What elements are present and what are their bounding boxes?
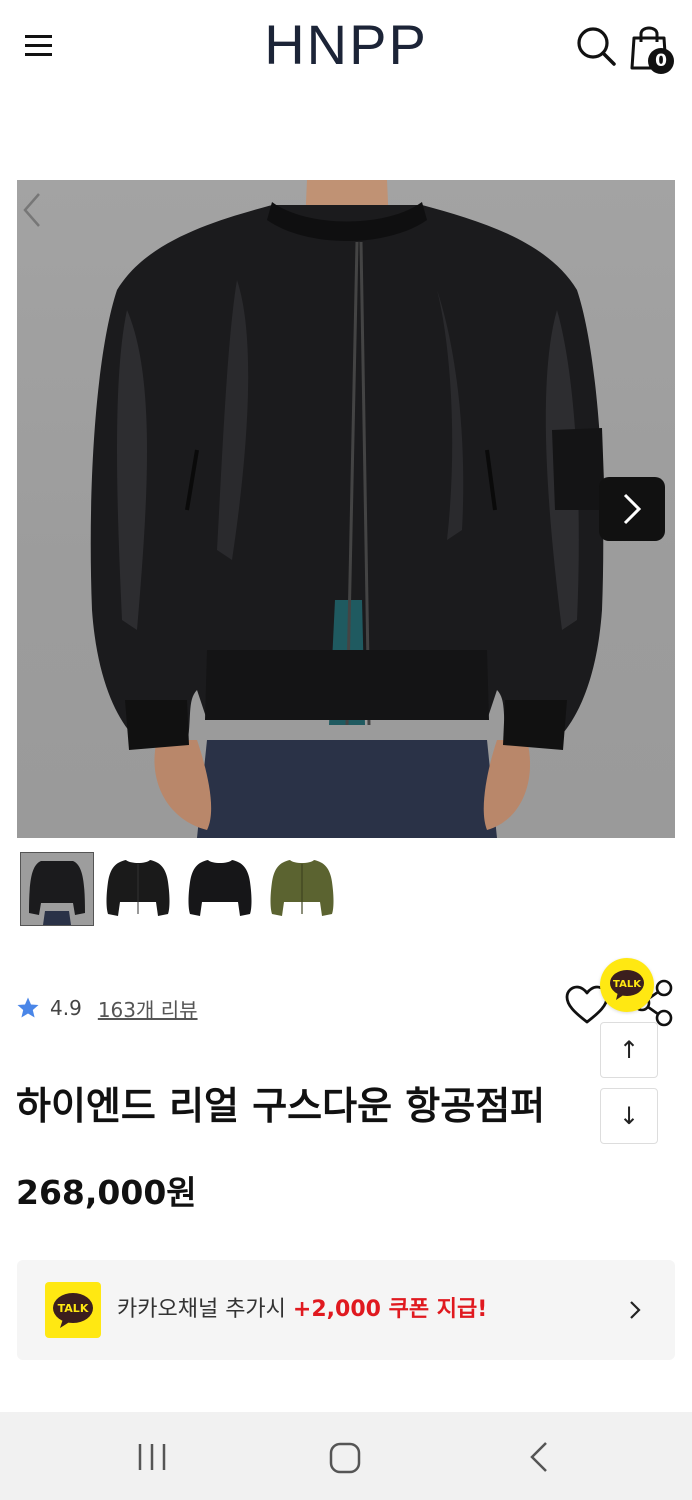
svg-text:TALK: TALK (613, 979, 642, 990)
cart-count-badge: 0 (648, 48, 674, 74)
star-icon (17, 997, 39, 1018)
prev-image-arrow-icon[interactable] (17, 180, 47, 240)
kakao-talk-button[interactable]: TALK (600, 958, 654, 1012)
chevron-right-icon (623, 493, 642, 525)
scroll-to-top-button[interactable]: ↑ (600, 1022, 658, 1078)
scroll-to-bottom-button[interactable]: ↓ (600, 1088, 658, 1144)
search-icon[interactable] (574, 24, 618, 68)
product-title: 하이엔드 리얼 구스다운 항공점퍼 (16, 1084, 546, 1128)
coupon-text: 카카오채널 추가시 +2,000 쿠폰 지급! (117, 1290, 487, 1330)
review-count-link[interactable]: 163개 리뷰 (98, 994, 198, 1023)
product-page: HNPP 0 4.9 163개 리뷰 TALK ↑ ↓ 하이엔드 리얼 구스다운… (0, 0, 692, 1500)
rating-value: 4.9 (50, 996, 82, 1020)
thumb-image (21, 853, 93, 925)
thumb-black-front[interactable] (102, 852, 174, 924)
next-image-button[interactable] (599, 477, 665, 541)
coupon-text-plain: 카카오채널 추가시 (117, 1297, 293, 1322)
system-navigation-bar (0, 1412, 692, 1500)
thumb-image (270, 860, 334, 916)
chevron-right-icon (630, 1301, 641, 1319)
thumb-black-model[interactable] (20, 852, 94, 926)
coupon-highlight: +2,000 쿠폰 지급! (292, 1297, 488, 1322)
thumb-image (106, 860, 170, 916)
kakao-talk-icon: TALK (610, 970, 644, 1000)
rating-row: 4.9 163개 리뷰 (16, 988, 198, 1028)
thumb-black-back[interactable] (184, 852, 256, 924)
kakao-bubble-icon: TALK (53, 1293, 93, 1328)
kakao-coupon-banner[interactable]: TALK 카카오채널 추가시 +2,000 쿠폰 지급! (17, 1260, 675, 1360)
header: HNPP 0 (0, 0, 692, 92)
product-main-image[interactable] (17, 180, 675, 838)
thumb-image (188, 860, 252, 916)
kakao-logo-icon: TALK (45, 1282, 101, 1338)
back-icon[interactable] (522, 1438, 556, 1476)
thumb-khaki-front[interactable] (266, 852, 338, 924)
svg-text:TALK: TALK (58, 1302, 89, 1315)
jacket-photo (90, 180, 605, 838)
home-icon[interactable] (326, 1439, 364, 1477)
recent-apps-icon[interactable] (132, 1440, 172, 1474)
product-price: 268,000원 (16, 1173, 197, 1212)
